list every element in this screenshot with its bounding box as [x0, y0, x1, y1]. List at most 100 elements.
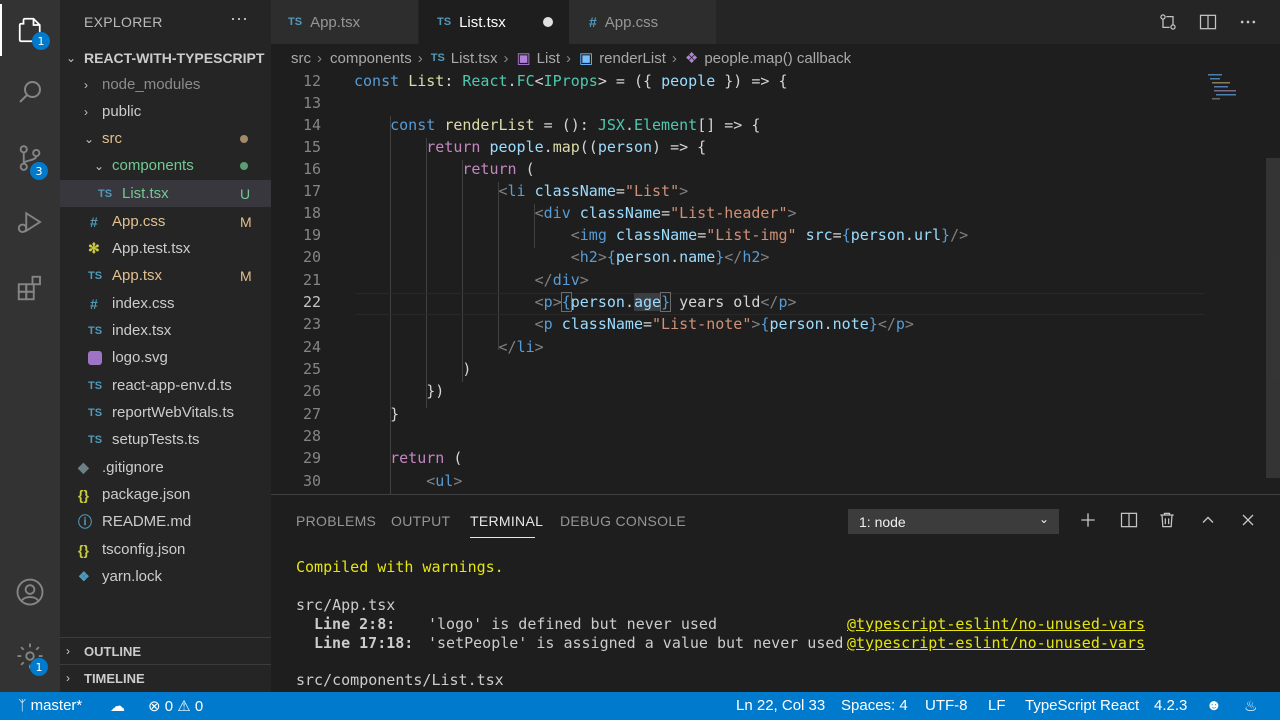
- tab-app-tsx[interactable]: TS App.tsx: [271, 0, 419, 44]
- tree-item-index-tsx[interactable]: TS index.tsx: [60, 317, 271, 344]
- unsaved-dot-icon[interactable]: [543, 17, 553, 27]
- breadcrumb-item[interactable]: people.map() callback: [704, 50, 851, 67]
- modified-dot-icon: [240, 135, 248, 143]
- breadcrumb-item[interactable]: src: [291, 50, 311, 67]
- tree-item-app-tsx[interactable]: TS App.tsx M: [60, 262, 271, 289]
- more-actions-icon[interactable]: ···: [230, 8, 248, 29]
- tree-item-report-web-vitals[interactable]: TS reportWebVitals.ts: [60, 399, 271, 426]
- split-editor-icon[interactable]: [1198, 12, 1218, 32]
- run-debug-activity[interactable]: [0, 196, 60, 248]
- explorer-activity[interactable]: 1: [0, 4, 60, 56]
- tab-terminal[interactable]: TERMINAL: [470, 513, 543, 529]
- code-token: >: [579, 271, 589, 289]
- tree-item-gitignore[interactable]: ◆ .gitignore: [60, 454, 271, 481]
- breadcrumb-item[interactable]: renderList: [599, 50, 666, 67]
- typescript-version[interactable]: 4.2.3: [1154, 697, 1187, 714]
- tree-item-label: components: [112, 157, 194, 174]
- extensions-activity[interactable]: [0, 262, 60, 314]
- terminal-link[interactable]: @typescript-eslint/no-unused-vars: [847, 615, 1145, 633]
- editor-scrollbar[interactable]: [1266, 158, 1280, 478]
- tree-item-tsconfig[interactable]: {} tsconfig.json: [60, 536, 271, 563]
- breadcrumb-item[interactable]: List: [537, 50, 560, 67]
- chevron-right-icon: ›: [66, 671, 70, 685]
- manage-activity[interactable]: 1: [0, 630, 60, 682]
- breadcrumb-item[interactable]: List.tsx: [451, 50, 498, 67]
- source-control-activity[interactable]: 3: [0, 132, 60, 184]
- root-folder[interactable]: ⌄ REACT-WITH-TYPESCRIPT: [60, 44, 271, 71]
- accounts-activity[interactable]: [0, 566, 60, 618]
- tree-item-setup-tests[interactable]: TS setupTests.ts: [60, 426, 271, 453]
- tree-item-yarn-lock[interactable]: ❖ yarn.lock: [60, 563, 271, 590]
- tree-item-app-test[interactable]: ✻ App.test.tsx: [60, 235, 271, 262]
- problems-status[interactable]: ⊗ 0 ⚠ 0: [148, 697, 203, 715]
- tree-item-readme[interactable]: ⓘ README.md: [60, 508, 271, 535]
- tab-output[interactable]: OUTPUT: [391, 513, 450, 529]
- timeline-section[interactable]: › TIMELINE: [60, 664, 271, 691]
- eol-status[interactable]: LF: [988, 697, 1006, 714]
- outline-section[interactable]: › OUTLINE: [60, 637, 271, 664]
- chevron-down-icon: ⌄: [94, 158, 105, 173]
- cloud-sync-icon: ☁: [110, 698, 125, 715]
- code-token: IProps: [543, 72, 598, 90]
- tree-item-package-json[interactable]: {} package.json: [60, 481, 271, 508]
- typescript-file-icon: TS: [98, 187, 113, 200]
- tree-item-react-app-env[interactable]: TS react-app-env.d.ts: [60, 372, 271, 399]
- tab-list-tsx[interactable]: TS List.tsx: [419, 0, 569, 44]
- code-token: JSX: [597, 116, 625, 134]
- code-editor[interactable]: 12 13 14 15 16 17 18 19 20 21 22 23 24 2…: [271, 72, 1280, 494]
- search-activity[interactable]: [0, 66, 60, 118]
- more-actions-icon[interactable]: [1238, 12, 1258, 32]
- tree-item-public[interactable]: › public: [60, 98, 271, 125]
- tab-debug-console[interactable]: DEBUG CONSOLE: [560, 513, 686, 529]
- code-token: = ():: [534, 116, 598, 134]
- chevron-right-icon: ›: [566, 49, 571, 67]
- encoding-status[interactable]: UTF-8: [925, 697, 968, 714]
- source-control-badge: 3: [30, 162, 48, 180]
- terminal-line: Compiled with warnings.: [296, 558, 504, 576]
- typescript-file-icon: TS: [437, 16, 452, 28]
- chevron-right-icon: ›: [84, 77, 88, 92]
- cursor-position[interactable]: Ln 22, Col 33: [736, 697, 825, 714]
- close-icon[interactable]: [1238, 510, 1258, 530]
- breadcrumb-item[interactable]: components: [330, 50, 412, 67]
- tree-item-list-tsx[interactable]: TS List.tsx U: [60, 180, 271, 207]
- tree-item-logo-svg[interactable]: logo.svg: [60, 344, 271, 371]
- tab-app-css[interactable]: # App.css: [569, 0, 717, 44]
- status-bar: ᛉ master* ☁ ⊗ 0 ⚠ 0 Ln 22, Col 33 Spaces…: [0, 692, 1280, 720]
- code-token: name: [679, 248, 716, 266]
- code-token: img: [579, 226, 607, 244]
- terminal-link[interactable]: @typescript-eslint/no-unused-vars: [847, 634, 1145, 652]
- code-token: =: [661, 204, 671, 222]
- trash-icon[interactable]: [1157, 510, 1177, 530]
- compare-changes-icon[interactable]: [1158, 12, 1178, 32]
- code-token: >: [760, 248, 770, 266]
- explorer-badge: 1: [32, 32, 50, 50]
- tree-item-app-css[interactable]: # App.css M: [60, 208, 271, 235]
- code-token: p: [778, 293, 788, 311]
- code-token: renderList: [444, 116, 535, 134]
- code-token: </: [877, 315, 896, 333]
- tree-item-node-modules[interactable]: › node_modules: [60, 71, 271, 98]
- code-token: className: [615, 226, 698, 244]
- sync-status[interactable]: ☁: [110, 697, 125, 715]
- code-token: >: [787, 293, 797, 311]
- indentation-status[interactable]: Spaces: 4: [841, 697, 908, 714]
- bell-icon[interactable]: ♨: [1244, 697, 1257, 715]
- symbol-class-icon: ▣: [516, 50, 531, 67]
- split-terminal-icon[interactable]: [1119, 510, 1139, 530]
- code-token: map: [552, 138, 580, 156]
- new-terminal-icon[interactable]: [1078, 510, 1098, 530]
- tree-item-components[interactable]: ⌄ components: [60, 152, 271, 179]
- code-line: <ul>: [354, 472, 462, 490]
- code-token: years old: [670, 293, 761, 311]
- chevron-up-icon[interactable]: [1198, 510, 1218, 530]
- tab-problems[interactable]: PROBLEMS: [296, 513, 376, 529]
- language-status[interactable]: TypeScript React: [1025, 697, 1139, 714]
- feedback-icon[interactable]: ☻: [1206, 697, 1222, 714]
- minimap[interactable]: [1206, 72, 1266, 112]
- tree-item-index-css[interactable]: # index.css: [60, 290, 271, 317]
- branch-status[interactable]: ᛉ master*: [18, 697, 82, 714]
- tree-item-src[interactable]: ⌄ src: [60, 125, 271, 152]
- terminal-select[interactable]: 1: node ⌄: [848, 509, 1059, 534]
- code-token: "List-note": [652, 315, 752, 333]
